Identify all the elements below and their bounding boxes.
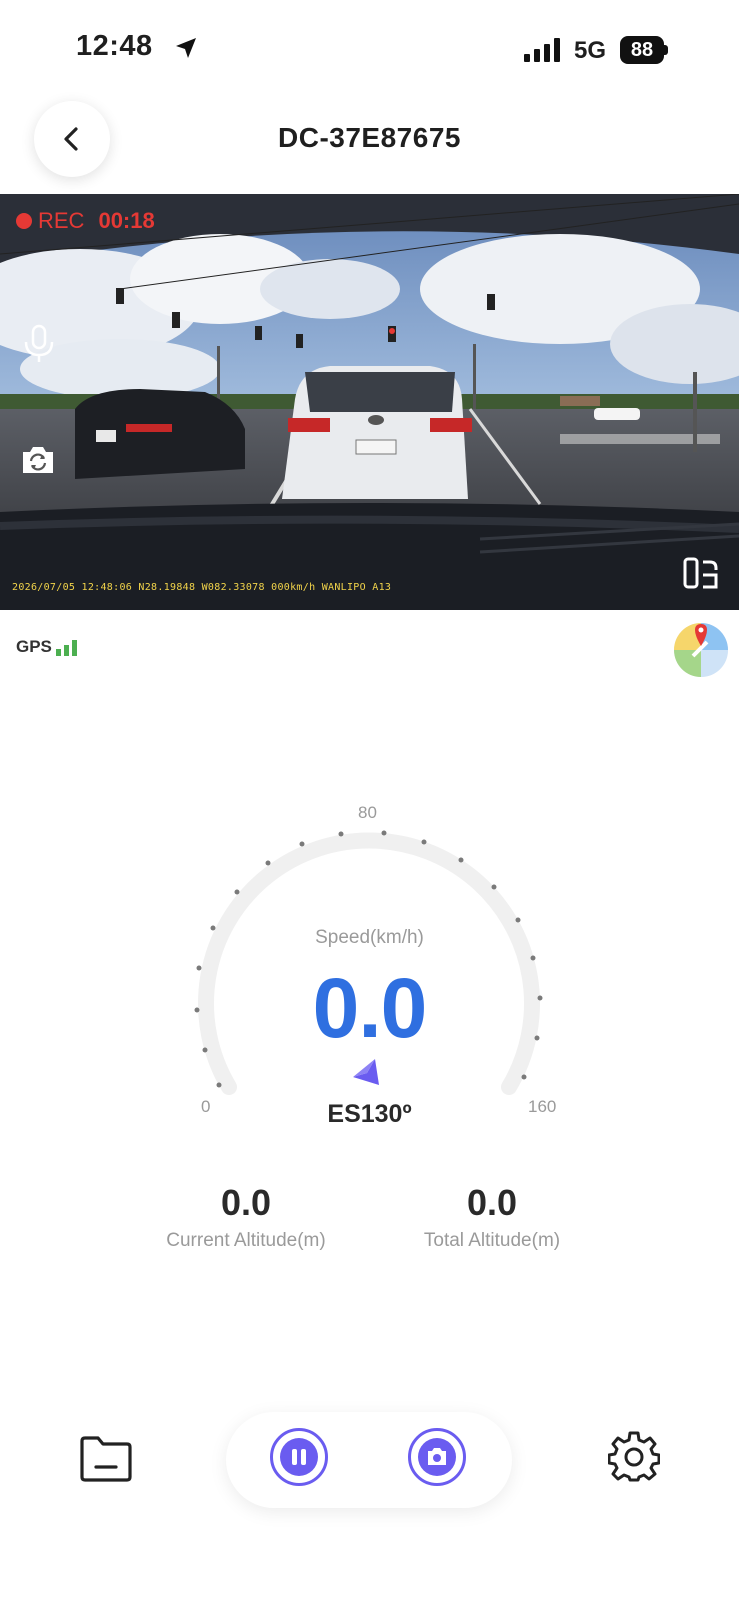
rec-timer: 00:18 [98,208,155,233]
folder-icon[interactable] [78,1435,134,1483]
status-time: 12:48 [76,30,153,62]
heading-arrow-icon [353,1059,379,1085]
network-type: 5G [574,37,607,64]
current-altitude: 0.0 Current Altitude(m) [116,1182,376,1252]
current-altitude-label: Current Altitude(m) [166,1230,326,1251]
recording-indicator: REC 00:18 [16,208,155,234]
battery-level: 88 [620,36,664,64]
total-altitude-label: Total Altitude(m) [423,1230,561,1251]
battery-tip [664,45,668,55]
microphone-icon[interactable] [22,324,56,364]
video-osd-overlay: 2026/07/05 12:48:06 N28.19848 W082.33078… [12,582,392,593]
gps-signal-icon [56,640,77,656]
gear-icon[interactable] [608,1430,660,1482]
status-bar: 12:48 5G 88 [0,0,739,100]
fullscreen-icon[interactable] [682,556,720,590]
recording-controls [226,1412,512,1508]
heading-readout: ES130º [327,1100,412,1128]
total-altitude: 0.0 Total Altitude(m) [362,1182,622,1252]
battery-indicator: 88 [620,36,668,64]
photo-button[interactable] [408,1428,466,1486]
gauge-label-mid: 80 [358,803,377,822]
speed-value: 0.0 [312,961,428,1055]
current-altitude-value: 0.0 [220,1182,272,1223]
live-video-feed[interactable] [0,194,739,610]
speed-label: Speed(km/h) [315,927,424,948]
rec-dot [16,213,32,229]
camera-switch-icon[interactable] [20,444,56,476]
video-scene [0,194,739,610]
gps-label: GPS [16,637,52,656]
rec-label: REC [38,208,85,233]
pause-button[interactable] [270,1428,328,1486]
signal-bars-icon [524,38,560,62]
pause-icon [280,1438,318,1476]
location-arrow-icon [176,38,196,58]
total-altitude-value: 0.0 [466,1182,518,1223]
device-title: DC-37E87675 [278,122,461,153]
map-pin-icon[interactable] [673,622,729,678]
camera-icon [418,1438,456,1476]
